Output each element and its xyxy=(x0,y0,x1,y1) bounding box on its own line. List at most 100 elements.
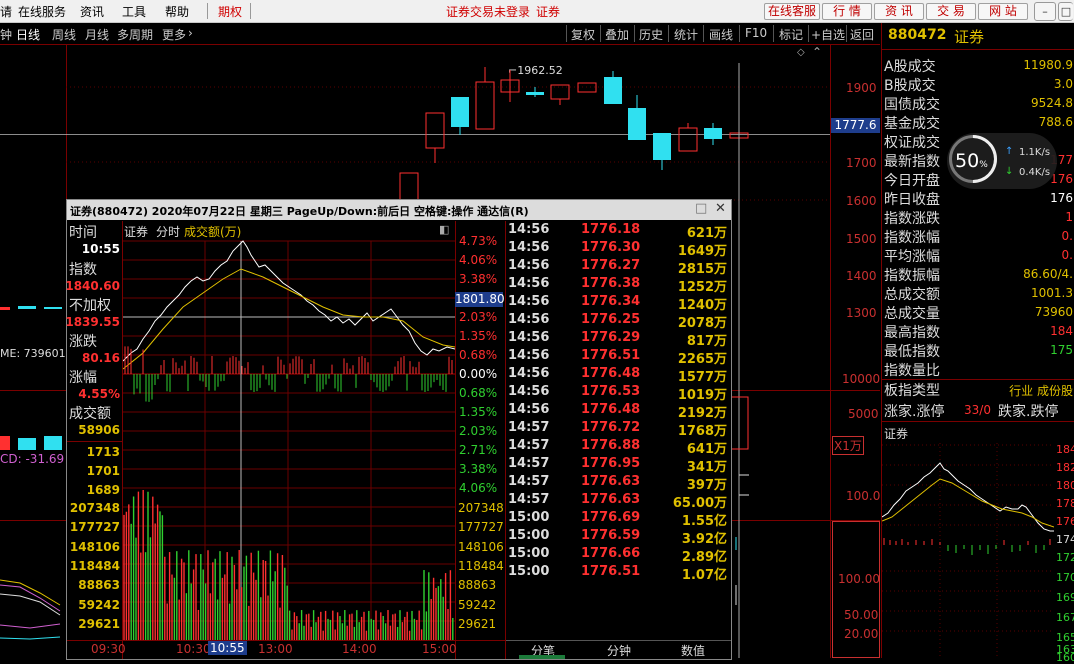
menu-online-service[interactable]: 在线服务 xyxy=(18,3,66,20)
volume-tick-right: 177727 xyxy=(458,520,504,535)
period-month[interactable]: 月线 xyxy=(85,26,109,43)
intraday-popup[interactable]: 证券(880472) 2020年07月22日 星期三 PageUp/Down:前… xyxy=(65,199,732,660)
menu-item-partial[interactable]: 请 xyxy=(0,3,12,20)
tick-row[interactable]: 15:00 1776.51 1.07亿 xyxy=(506,564,731,583)
period-minute-partial[interactable]: 钟 xyxy=(0,26,12,43)
minimize-icon[interactable]: – xyxy=(1034,2,1056,21)
mini-chart[interactable]: 184 182 180 178 176 174 172 170 169 167 165 163 160 xyxy=(882,443,1074,664)
tick-price: 1776.69 xyxy=(581,510,641,525)
header-separator xyxy=(882,49,1074,50)
amount-value: 58906 xyxy=(78,423,120,437)
tick-row[interactable]: 14:57 1776.88 641万 xyxy=(506,438,731,457)
f10-button[interactable]: F10 xyxy=(745,26,767,40)
quote-row-label: B股成交 xyxy=(884,78,936,94)
volume-tick-right: 148106 xyxy=(458,539,504,554)
sector-type-row: 板指类型 行业 成份股 xyxy=(884,380,1073,399)
time-axis-line xyxy=(67,640,505,641)
tick-list[interactable]: 14:56 1776.18 621万 14:56 1776.30 1649万 14:56 17… xyxy=(506,222,731,622)
tick-row[interactable]: 15:00 1776.59 3.92亿 xyxy=(506,528,731,547)
mini-chart-svg xyxy=(882,443,1054,658)
tick-row[interactable]: 14:57 1776.63 397万 xyxy=(506,474,731,493)
tick-price: 1776.95 xyxy=(581,456,641,471)
tick-row[interactable]: 14:57 1776.95 341万 xyxy=(506,456,731,475)
net-speed-widget[interactable]: 50% ↑ 1.1K/s ↓ 0.4K/s xyxy=(939,125,1057,193)
tick-row[interactable]: 14:57 1776.72 1768万 xyxy=(506,420,731,439)
pct-tick: 2.03% xyxy=(459,424,498,438)
noadj-label: 不加权 xyxy=(69,298,111,314)
popup-restore-icon[interactable]: □ xyxy=(695,201,707,216)
pct-tick: 0.00% xyxy=(459,367,498,381)
back-button[interactable]: 返回 xyxy=(850,26,874,43)
tick-volume: 1.07亿 xyxy=(681,568,727,583)
up-limit-label: 涨家.涨停 xyxy=(884,404,945,420)
tick-row[interactable]: 14:56 1776.30 1649万 xyxy=(506,240,731,259)
tab-active-indicator xyxy=(519,655,565,659)
up-limit-value: 33/0 xyxy=(964,403,991,417)
tick-time: 14:56 xyxy=(508,240,550,255)
trade-button[interactable]: 交 易 xyxy=(926,3,976,20)
tick-row[interactable]: 14:56 1776.51 2265万 xyxy=(506,348,731,367)
quote-button[interactable]: 行 情 xyxy=(822,3,872,20)
tick-row[interactable]: 14:56 1776.29 817万 xyxy=(506,330,731,349)
menu-news[interactable]: 资讯 xyxy=(80,3,104,20)
tab-values[interactable]: 数值 xyxy=(681,642,705,659)
overlay-button[interactable]: 叠加 xyxy=(605,26,629,43)
online-support-button[interactable]: 在线客服 xyxy=(764,3,820,20)
tick-row[interactable]: 14:56 1776.48 2192万 xyxy=(506,402,731,421)
download-speed: 0.4K/s xyxy=(1019,167,1051,178)
quote-row: 最高指数 184 xyxy=(884,322,1073,341)
tick-row[interactable]: 15:00 1776.69 1.55亿 xyxy=(506,510,731,529)
volume-tick-left: 207348 xyxy=(69,501,120,515)
quote-row-label: 指数涨跌 xyxy=(884,211,940,227)
menu-help[interactable]: 帮助 xyxy=(165,3,189,20)
tick-row[interactable]: 14:56 1776.34 1240万 xyxy=(506,294,731,313)
speed-percent-value: 50 xyxy=(955,150,980,172)
tab-minutes[interactable]: 分钟 xyxy=(607,642,631,659)
quote-row-label: 指数量比 xyxy=(884,363,940,379)
volume-tick-left: 177727 xyxy=(69,520,120,535)
popup-close-icon[interactable]: ✕ xyxy=(715,201,726,216)
volume-tick: 5000 xyxy=(848,407,879,421)
time-tick: 09:30 xyxy=(91,642,126,656)
toolbar-separator xyxy=(808,25,809,42)
mini-axis-tick: 172 xyxy=(1056,551,1074,564)
tick-row[interactable]: 14:56 1776.48 1577万 xyxy=(506,366,731,385)
chevron-right-icon[interactable]: › xyxy=(188,26,193,40)
tick-time: 14:56 xyxy=(508,294,550,309)
quote-row-label: 今日开盘 xyxy=(884,173,940,189)
news-button[interactable]: 资 讯 xyxy=(874,3,924,20)
tick-row[interactable]: 14:56 1776.53 1019万 xyxy=(506,384,731,403)
tick-row[interactable]: 14:56 1776.25 2078万 xyxy=(506,312,731,331)
restore-rights-button[interactable]: 复权 xyxy=(571,26,595,43)
statistics-button[interactable]: 统计 xyxy=(674,26,698,43)
tick-price: 1776.18 xyxy=(581,222,641,237)
tick-row[interactable]: 14:56 1776.27 2815万 xyxy=(506,258,731,277)
tick-row[interactable]: 14:56 1776.38 1252万 xyxy=(506,276,731,295)
website-button[interactable]: 网 站 xyxy=(978,3,1028,20)
tick-row[interactable]: 14:57 1776.63 65.00万 xyxy=(506,492,731,511)
menu-futures[interactable]: 期权 xyxy=(218,3,242,20)
popup-title: 证券(880472) 2020年07月22日 星期三 PageUp/Down:前… xyxy=(70,205,529,218)
time-tick: 15:00 xyxy=(422,642,457,656)
tick-row[interactable]: 14:56 1776.18 621万 xyxy=(506,222,731,241)
popup-titlebar[interactable]: 证券(880472) 2020年07月22日 星期三 PageUp/Down:前… xyxy=(67,200,731,220)
period-day[interactable]: 日线 xyxy=(16,26,40,43)
mini-axis-tick: 178 xyxy=(1056,497,1074,510)
login-status: 证券交易未登录 xyxy=(446,5,531,19)
draw-line-button[interactable]: 画线 xyxy=(709,26,733,43)
mark-button[interactable]: 标记 xyxy=(779,26,803,43)
maximize-icon[interactable]: □ xyxy=(1058,2,1073,21)
period-multi[interactable]: 多周期 xyxy=(117,26,153,43)
add-favorite-button[interactable]: +自选 xyxy=(811,26,845,43)
quote-row-label: 平均涨幅 xyxy=(884,249,940,265)
speed-percent: 50% xyxy=(955,150,988,172)
history-button[interactable]: 历史 xyxy=(639,26,663,43)
tick-row[interactable]: 15:00 1776.66 2.89亿 xyxy=(506,546,731,565)
period-week[interactable]: 周线 xyxy=(52,26,76,43)
period-more[interactable]: 更多 xyxy=(162,26,186,43)
quote-row-label: 最新指数 xyxy=(884,154,940,170)
tick-price: 1776.25 xyxy=(581,312,641,327)
menu-tools[interactable]: 工具 xyxy=(122,3,146,20)
tick-time: 14:57 xyxy=(508,420,550,435)
pct-tick: 4.06% xyxy=(459,253,498,267)
